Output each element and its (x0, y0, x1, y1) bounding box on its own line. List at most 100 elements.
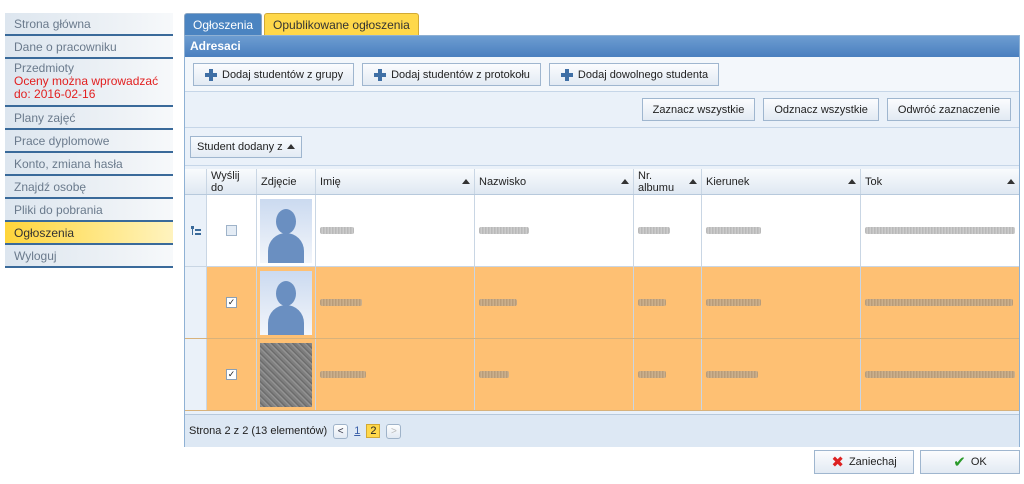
major-cell (702, 339, 861, 410)
send-to-checkbox[interactable]: ✓ (226, 369, 237, 380)
header-first-name-label: Imię (320, 175, 341, 188)
sidebar-item-announcements[interactable]: Ogłoszenia (5, 222, 173, 245)
grades-deadline-note: Oceny można wprowadzać do: 2016-02-16 (14, 74, 159, 101)
sidebar-item-schedule[interactable]: Plany zajęć (5, 107, 173, 130)
table-row[interactable]: ✓ (185, 267, 1019, 339)
header-last-name-label: Nazwisko (479, 175, 527, 188)
sort-asc-icon (621, 179, 629, 184)
next-page-button[interactable]: > (386, 423, 402, 439)
send-to-checkbox[interactable]: ✓ (226, 297, 237, 308)
sort-asc-icon (286, 144, 295, 149)
plus-icon (560, 68, 574, 82)
deselect-all-button[interactable]: Odznacz wszystkie (763, 98, 879, 121)
add-any-student-button[interactable]: Dodaj dowolnego studenta (548, 63, 720, 86)
sidebar-item-account[interactable]: Konto, zmiana hasła (5, 153, 173, 176)
ok-label: OK (970, 456, 987, 468)
prev-page-button[interactable]: < (333, 423, 349, 439)
redacted-text (638, 227, 670, 234)
ok-button[interactable]: ✔ OK (920, 450, 1020, 474)
select-all-button[interactable]: Zaznacz wszystkie (641, 98, 756, 121)
pager: Strona 2 z 2 (13 elementów) < 1 2 > (185, 414, 1019, 447)
selection-toolbar: Zaznacz wszystkie Odznacz wszystkie Odwr… (185, 92, 1019, 128)
last-name-cell (475, 339, 634, 410)
sidebar-item-find-person[interactable]: Znajdź osobę (5, 176, 173, 199)
redacted-text (320, 227, 354, 234)
track-cell (861, 339, 1019, 410)
table-row[interactable]: ✓ (185, 339, 1019, 411)
major-cell (702, 195, 861, 266)
first-name-cell (316, 267, 475, 338)
track-cell (861, 267, 1019, 338)
tree-node-icon[interactable] (185, 195, 207, 266)
redacted-text (706, 227, 761, 234)
panel-title: Adresaci (185, 36, 1019, 57)
photo-cell (257, 195, 316, 266)
tab-bar: Ogłoszenia Opublikowane ogłoszenia (184, 13, 421, 35)
sort-asc-icon (1007, 179, 1015, 184)
header-album-number[interactable]: Nr. albumu (634, 169, 702, 194)
first-name-cell (316, 195, 475, 266)
major-cell (702, 267, 861, 338)
cancel-button[interactable]: ✖ Zaniechaj (814, 450, 914, 474)
row-indicator (185, 267, 207, 338)
group-by-chip[interactable]: Student dodany z (190, 135, 302, 158)
album-number-cell (634, 339, 702, 410)
sidebar-item-logout[interactable]: Wyloguj (5, 245, 173, 268)
student-photo (260, 342, 312, 407)
send-to-cell: ✓ (207, 267, 257, 338)
redacted-text (706, 299, 761, 306)
avatar-placeholder-icon (260, 270, 312, 335)
sidebar-item-downloads[interactable]: Pliki do pobrania (5, 199, 173, 222)
add-from-protocol-button[interactable]: Dodaj studentów z protokołu (362, 63, 541, 86)
row-indicator (185, 339, 207, 410)
send-to-cell (207, 195, 257, 266)
add-any-student-label: Dodaj dowolnego studenta (577, 68, 709, 81)
redacted-text (706, 371, 758, 378)
header-send-to[interactable]: Wyślij do (207, 169, 257, 194)
sidebar-item-employee-data[interactable]: Dane o pracowniku (5, 36, 173, 59)
tab-published-announcements[interactable]: Opublikowane ogłoszenia (264, 13, 419, 35)
redacted-text (320, 371, 366, 378)
grid-header: Wyślij do Zdjęcie Imię Nazwisko Nr. albu… (185, 169, 1019, 195)
dialog-actions: ✖ Zaniechaj ✔ OK (814, 450, 1020, 474)
header-major-label: Kierunek (706, 175, 750, 188)
header-major[interactable]: Kierunek (702, 169, 861, 194)
header-photo[interactable]: Zdjęcie (257, 169, 316, 194)
header-send-to-label: Wyślij do (211, 169, 240, 194)
add-from-group-label: Dodaj studentów z grupy (222, 68, 344, 81)
plus-icon (204, 68, 218, 82)
send-to-checkbox[interactable] (226, 225, 237, 236)
recipients-panel: Adresaci Dodaj studentów z grupy Dodaj s… (184, 35, 1020, 447)
last-name-cell (475, 195, 634, 266)
redacted-text (865, 299, 1013, 306)
redacted-text (865, 371, 1015, 378)
add-from-group-button[interactable]: Dodaj studentów z grupy (193, 63, 355, 86)
table-row[interactable] (185, 195, 1019, 267)
sidebar-item-home[interactable]: Strona główna (5, 13, 173, 36)
header-first-name[interactable]: Imię (316, 169, 475, 194)
track-cell (861, 195, 1019, 266)
redacted-text (638, 299, 666, 306)
plus-icon (373, 68, 387, 82)
photo-cell (257, 267, 316, 338)
page-1-link[interactable]: 1 (354, 425, 360, 437)
checkmark-icon: ✔ (953, 454, 966, 471)
header-track-label: Tok (865, 175, 883, 188)
tab-announcements[interactable]: Ogłoszenia (184, 13, 263, 35)
invert-selection-button[interactable]: Odwróć zaznaczenie (886, 98, 1011, 121)
group-by-area: Student dodany z (185, 128, 1019, 166)
redacted-text (479, 371, 509, 378)
redacted-text (479, 299, 517, 306)
last-name-cell (475, 267, 634, 338)
avatar-placeholder-icon (260, 198, 312, 263)
send-to-cell: ✓ (207, 339, 257, 410)
recipients-grid: Wyślij do Zdjęcie Imię Nazwisko Nr. albu… (185, 169, 1019, 411)
sidebar-item-courses[interactable]: Przedmioty Oceny można wprowadzać do: 20… (5, 59, 173, 107)
group-by-label: Student dodany z (197, 140, 283, 153)
redacted-text (479, 227, 529, 234)
header-last-name[interactable]: Nazwisko (475, 169, 634, 194)
sidebar-item-theses[interactable]: Prace dyplomowe (5, 130, 173, 153)
sort-asc-icon (848, 179, 856, 184)
header-album-number-label: Nr. albumu (638, 169, 675, 194)
header-track[interactable]: Tok (861, 169, 1019, 194)
